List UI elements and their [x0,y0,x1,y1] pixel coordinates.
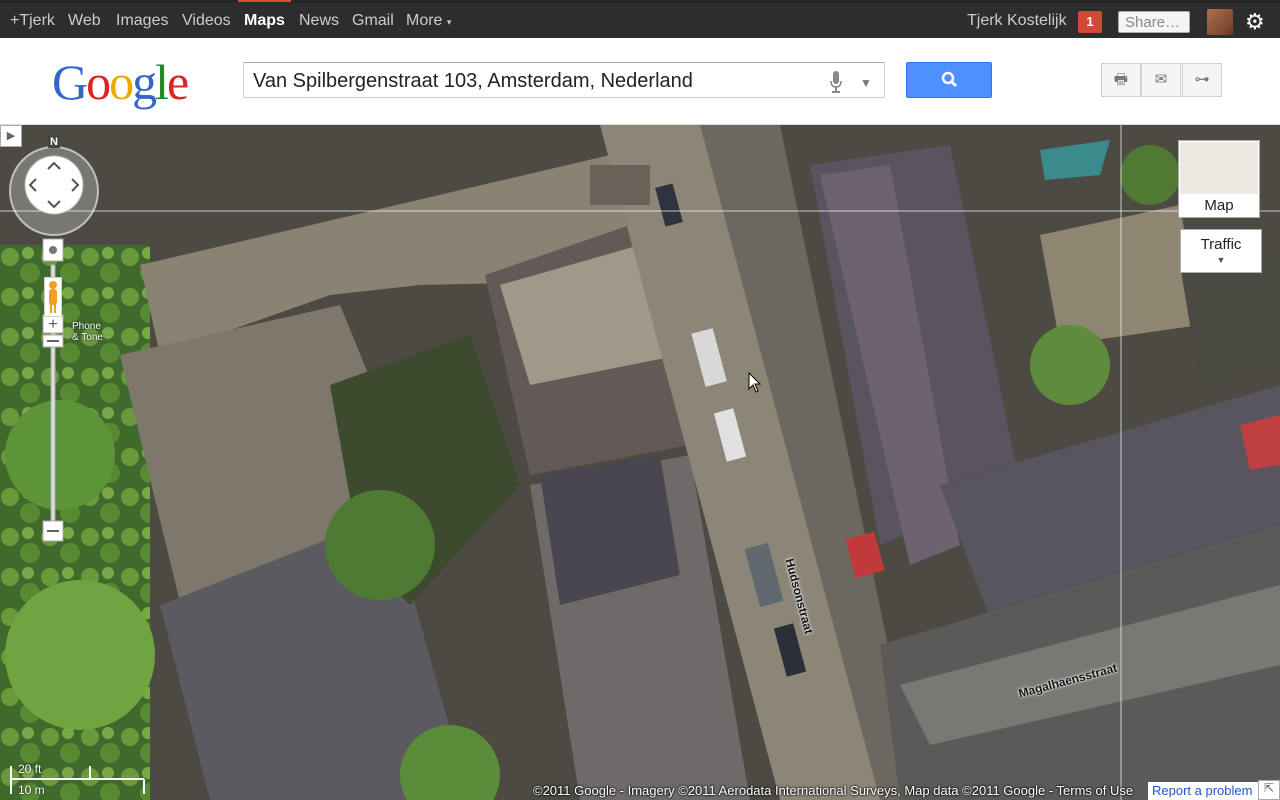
pegman-tooltip-line2: & Tone [72,332,103,343]
search-dropdown-icon[interactable]: ▼ [860,76,872,90]
notification-badge[interactable]: 1 [1078,11,1102,33]
logo-letter: g [132,54,157,110]
google-logo[interactable]: Google [52,53,189,111]
link-icon[interactable]: ⊶ [1182,63,1222,97]
pegman-tooltip-line1: Phone [72,321,101,332]
nav-maps[interactable]: Maps [238,0,291,30]
avatar[interactable] [1207,9,1233,35]
microphone-icon[interactable] [830,71,842,93]
svg-text:+: + [48,316,57,333]
user-name[interactable]: Tjerk Kostelijk [967,12,1067,30]
nav-images[interactable]: Images [116,12,168,30]
report-problem-link[interactable]: Report a problem [1148,782,1260,800]
search-icon [941,71,958,88]
copyright-text: ©2011 Google - Imagery ©2011 Aerodata In… [533,783,1134,798]
search-button[interactable] [906,62,992,98]
scale-imperial: 20 ft [18,762,42,776]
traffic-label: Traffic [1200,236,1242,253]
pan-control[interactable] [8,145,100,237]
search-header: Google Van Spilbergenstraat 103, Amsterd… [0,38,1280,125]
search-input-value: Van Spilbergenstraat 103, Amsterdam, Ned… [253,70,693,92]
share-box[interactable]: Share… [1118,11,1190,33]
north-indicator[interactable]: N [48,136,60,148]
logo-letter: l [155,54,169,110]
chevron-down-icon: ▼ [1216,255,1226,265]
nav-more[interactable]: More ▾ [406,12,451,30]
pegman-icon[interactable] [44,277,62,317]
logo-letter: o [109,54,134,110]
nav-videos[interactable]: Videos [182,12,231,30]
chevron-down-icon: ▾ [446,17,452,27]
compass-icon [9,146,99,236]
print-icon[interactable]: 🖶 [1101,63,1141,97]
nav-more-label: More [406,12,443,29]
map-type-thumbnail [1180,142,1258,194]
mouse-cursor-icon [748,372,762,393]
map-type-button[interactable]: Map [1178,140,1260,218]
search-input[interactable]: Van Spilbergenstraat 103, Amsterdam, Ned… [243,62,885,98]
map-type-label: Map [1204,197,1234,214]
panel-toggle-button[interactable]: ▶ [0,125,22,147]
map-canvas[interactable]: ▶ N + Phone & Tone Map Traffic ▼ Hudsons… [0,125,1280,800]
scale-metric: 10 m [18,783,45,797]
pegman-tooltip: Phone & Tone [72,321,103,343]
logo-letter: e [167,54,189,110]
logo-letter: o [86,54,111,110]
nav-plus-tjerk[interactable]: +Tjerk [10,12,55,30]
nav-gmail[interactable]: Gmail [352,12,394,30]
resize-corner-icon[interactable]: ⇱ [1258,780,1280,800]
logo-letter: G [52,54,88,110]
nav-web[interactable]: Web [68,12,101,30]
email-icon[interactable]: ✉ [1141,63,1181,97]
satellite-imagery [0,125,1280,800]
scale-bar: 20 ft 10 m [10,762,146,798]
gear-icon[interactable]: ⚙ [1245,9,1265,35]
nav-news[interactable]: News [299,12,339,30]
google-bar: +Tjerk Web Images Videos Maps News Gmail… [0,0,1280,38]
traffic-button[interactable]: Traffic ▼ [1180,229,1262,273]
